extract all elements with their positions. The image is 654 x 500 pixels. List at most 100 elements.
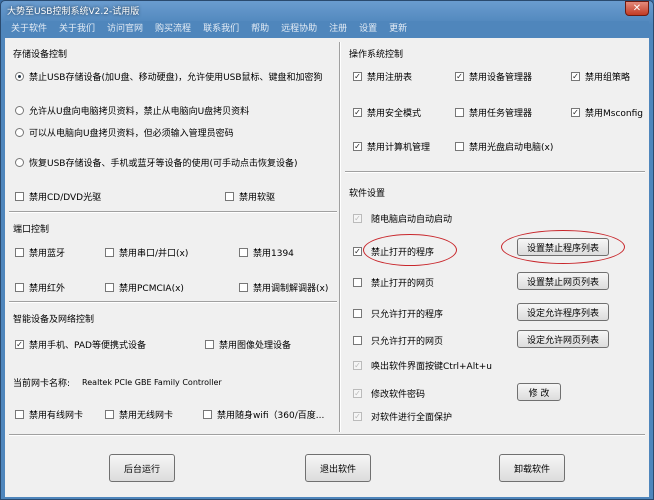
background-run-button[interactable]: 后台运行 — [109, 454, 175, 482]
allow-sites-checkbox[interactable]: 只允许打开的网页 — [353, 334, 443, 347]
checkbox-icon[interactable] — [225, 191, 234, 201]
disable-device-manager-checkbox[interactable]: ✓ 禁用设备管理器 — [455, 70, 532, 83]
checkbox-checked-icon[interactable]: ✓ — [15, 339, 24, 349]
checkbox-icon[interactable] — [455, 107, 464, 117]
storage-option-block-usb[interactable]: 禁止USB存储设备(加U盘、移动硬盘)，允许使用USB鼠标、键盘和加密狗 — [15, 70, 323, 83]
checkbox-checked-icon[interactable]: ✓ — [571, 107, 580, 117]
checkbox-label: 禁用手机、PAD等便携式设备 — [29, 340, 146, 351]
checkbox-disabled-icon[interactable]: ✓ — [353, 388, 362, 398]
bottom-divider — [9, 434, 645, 436]
block-sites-checkbox[interactable]: 禁止打开的网页 — [353, 276, 435, 289]
nic-value: Realtek PCIe GBE Family Controller — [82, 377, 222, 387]
checkbox-label: 禁用注册表 — [367, 72, 413, 83]
storage-option-password[interactable]: 可以从电脑向U盘拷贝资料，但必须输入管理员密码 — [15, 126, 234, 139]
checkbox-icon[interactable] — [353, 308, 362, 318]
change-password-button[interactable]: 修 改 — [517, 383, 561, 401]
checkbox-icon[interactable] — [105, 409, 114, 419]
disable-serial-checkbox[interactable]: 禁用串口/并口(x) — [105, 246, 189, 259]
checkbox-disabled-icon[interactable]: ✓ — [353, 411, 362, 421]
menu-register[interactable]: 注册 — [323, 21, 353, 37]
disable-wireless-checkbox[interactable]: 禁用无线网卡 — [105, 408, 173, 421]
checkbox-icon[interactable] — [353, 335, 362, 345]
checkbox-icon[interactable] — [455, 141, 464, 151]
ports-heading: 端口控制 — [13, 225, 50, 235]
checkbox-icon[interactable] — [15, 191, 24, 201]
checkbox-label: 禁用任务管理器 — [469, 108, 533, 119]
radio-icon[interactable] — [15, 157, 24, 167]
disable-pcmcia-checkbox[interactable]: 禁用PCMCIA(x) — [105, 281, 184, 294]
uninstall-button[interactable]: 卸载软件 — [499, 454, 565, 482]
self-protect-checkbox[interactable]: ✓ 对软件进行全面保护 — [353, 410, 452, 423]
checkbox-label: 修改软件密码 — [371, 389, 426, 400]
menu-update[interactable]: 更新 — [383, 21, 413, 37]
block-sites-list-button[interactable]: 设置禁止网页列表 — [517, 272, 609, 290]
close-icon[interactable]: ✕ — [625, 1, 649, 16]
checkbox-checked-icon[interactable]: ✓ — [571, 71, 580, 81]
menu-purchase[interactable]: 购买流程 — [149, 21, 197, 37]
checkbox-checked-icon[interactable]: ✓ — [353, 246, 362, 256]
change-password-checkbox[interactable]: ✓ 修改软件密码 — [353, 387, 426, 400]
disable-infrared-checkbox[interactable]: 禁用红外 — [15, 281, 65, 294]
checkbox-icon[interactable] — [15, 282, 24, 292]
disable-cd-boot-checkbox[interactable]: 禁用光盘启动电脑(x) — [455, 140, 553, 153]
disable-safe-mode-checkbox[interactable]: ✓ 禁用安全模式 — [353, 106, 421, 119]
checkbox-label: 禁用调制解调器(x) — [253, 283, 329, 294]
disable-cd-checkbox[interactable]: 禁用CD/DVD光驱 — [15, 190, 101, 203]
checkbox-label: 禁用串口/并口(x) — [119, 248, 189, 259]
checkbox-icon[interactable] — [353, 277, 362, 287]
checkbox-icon[interactable] — [239, 247, 248, 257]
checkbox-label: 唤出软件界面按键Ctrl+Alt+u — [371, 361, 492, 372]
hotkey-checkbox[interactable]: ✓ 唤出软件界面按键Ctrl+Alt+u — [353, 359, 492, 372]
menu-settings[interactable]: 设置 — [353, 21, 383, 37]
radio-icon[interactable] — [15, 105, 24, 115]
checkbox-icon[interactable] — [15, 409, 24, 419]
menu-visit-site[interactable]: 访问官网 — [101, 21, 149, 37]
checkbox-label: 随电脑启动自动启动 — [371, 214, 453, 225]
radio-selected-icon[interactable] — [15, 71, 24, 81]
nic-label: 当前网卡名称: — [13, 378, 71, 389]
storage-option-restore[interactable]: 恢复USB存储设备、手机或蓝牙等设备的使用(可手动点击恢复设备) — [15, 156, 298, 169]
disable-wifi-checkbox[interactable]: 禁用随身wifi（360/百度... — [203, 408, 324, 421]
allow-sites-list-button[interactable]: 设定允许网页列表 — [517, 330, 609, 348]
menu-help[interactable]: 帮助 — [245, 21, 275, 37]
disable-group-policy-checkbox[interactable]: ✓ 禁用组策略 — [571, 70, 631, 83]
disable-1394-checkbox[interactable]: 禁用1394 — [239, 246, 294, 259]
allow-programs-list-button[interactable]: 设定允许程序列表 — [517, 303, 609, 321]
menu-about-software[interactable]: 关于软件 — [5, 21, 53, 37]
disable-wired-checkbox[interactable]: 禁用有线网卡 — [15, 408, 84, 421]
checkbox-disabled-icon[interactable]: ✓ — [353, 360, 362, 370]
checkbox-checked-icon[interactable]: ✓ — [455, 71, 464, 81]
disable-task-manager-checkbox[interactable]: 禁用任务管理器 — [455, 106, 533, 119]
radio-icon[interactable] — [15, 127, 24, 137]
checkbox-label: 禁止打开的网页 — [371, 278, 435, 289]
checkbox-icon[interactable] — [105, 247, 114, 257]
disable-imaging-checkbox[interactable]: 禁用图像处理设备 — [205, 338, 292, 351]
checkbox-checked-icon[interactable]: ✓ — [353, 71, 362, 81]
checkbox-disabled-icon[interactable]: ✓ — [353, 213, 362, 223]
menu-remote-assist[interactable]: 远程协助 — [275, 21, 323, 37]
disable-registry-checkbox[interactable]: ✓ 禁用注册表 — [353, 70, 413, 83]
checkbox-label: 禁用组策略 — [585, 72, 631, 83]
checkbox-checked-icon[interactable]: ✓ — [353, 107, 362, 117]
checkbox-icon[interactable] — [205, 339, 214, 349]
software-heading: 软件设置 — [349, 189, 386, 199]
disable-bluetooth-checkbox[interactable]: 禁用蓝牙 — [15, 246, 65, 259]
autostart-checkbox[interactable]: ✓ 随电脑启动自动启动 — [353, 212, 453, 225]
checkbox-icon[interactable] — [15, 247, 24, 257]
checkbox-icon[interactable] — [239, 282, 248, 292]
disable-computer-mgmt-checkbox[interactable]: ✓ 禁用计算机管理 — [353, 140, 430, 153]
checkbox-icon[interactable] — [203, 409, 212, 419]
menu-contact[interactable]: 联系我们 — [197, 21, 245, 37]
storage-option-read-only[interactable]: 允许从U盘向电脑拷贝资料，禁止从电脑向U盘拷贝资料 — [15, 104, 249, 117]
disable-modem-checkbox[interactable]: 禁用调制解调器(x) — [239, 281, 329, 294]
checkbox-checked-icon[interactable]: ✓ — [353, 141, 362, 151]
disable-phone-checkbox[interactable]: ✓ 禁用手机、PAD等便携式设备 — [15, 338, 146, 351]
checkbox-icon[interactable] — [105, 282, 114, 292]
checkbox-label: 禁用有线网卡 — [29, 410, 84, 421]
disable-floppy-checkbox[interactable]: 禁用软驱 — [225, 190, 275, 203]
menu-about-us[interactable]: 关于我们 — [53, 21, 101, 37]
exit-button[interactable]: 退出软件 — [305, 454, 371, 482]
checkbox-label: 禁用图像处理设备 — [219, 340, 292, 351]
allow-programs-checkbox[interactable]: 只允许打开的程序 — [353, 307, 443, 320]
disable-msconfig-checkbox[interactable]: ✓ 禁用Msconfig — [571, 106, 643, 119]
